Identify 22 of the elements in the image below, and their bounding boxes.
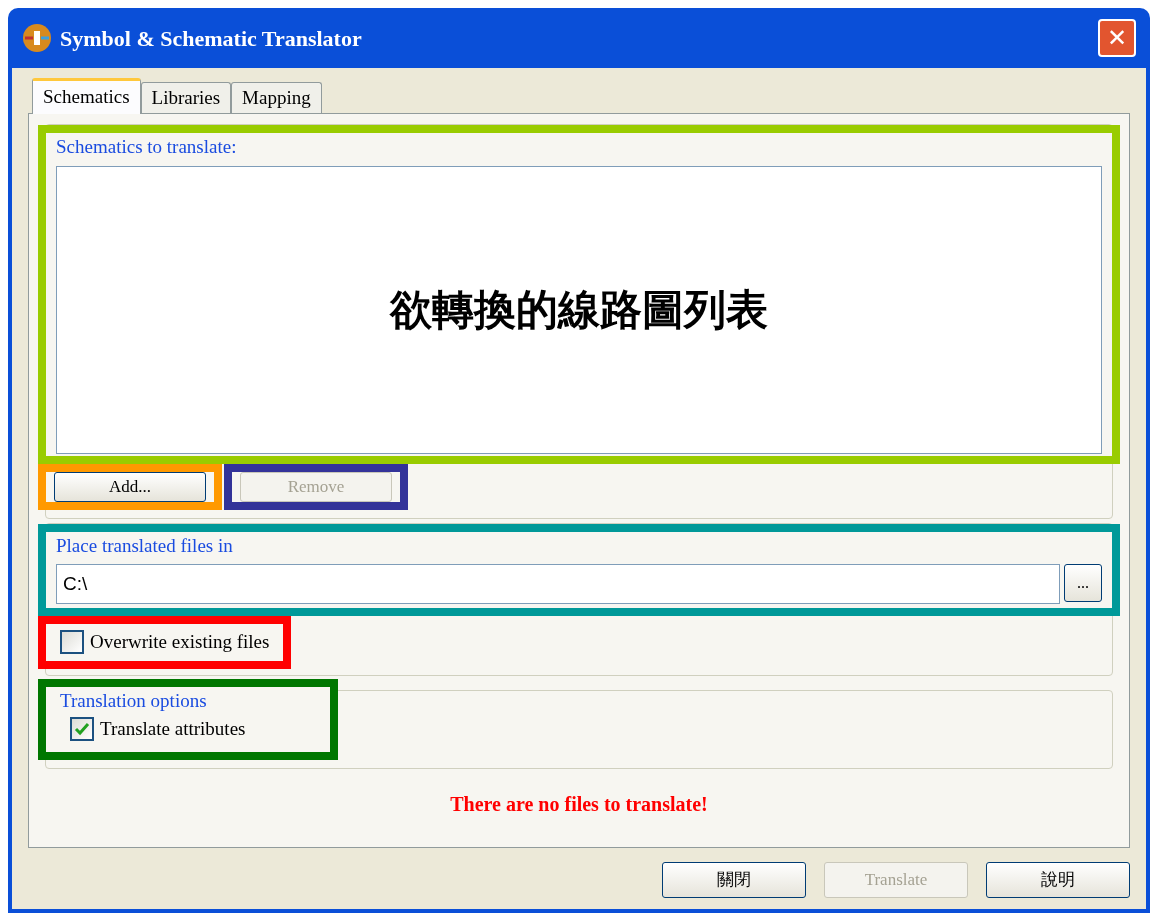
checkbox[interactable] [60, 630, 84, 655]
checkbox[interactable] [70, 717, 94, 742]
checkbox-label[interactable]: Translate attributes [100, 715, 246, 744]
dialog-button[interactable]: Add... [54, 471, 206, 502]
window-title: Symbol & Schematic Translator [60, 24, 363, 53]
group-legend: Schematics to translate: [56, 133, 1102, 162]
close-button[interactable]: ✕ [1098, 19, 1136, 57]
status-message: There are no files to translate! [449, 791, 709, 817]
browse-button[interactable]: ... [1064, 564, 1102, 602]
path-field[interactable]: C:\ [56, 564, 1060, 604]
tab[interactable]: Mapping [231, 82, 322, 113]
checkbox-label[interactable]: Overwrite existing files [90, 628, 270, 657]
checkmark-icon [74, 722, 90, 737]
tab[interactable]: Schematics [32, 78, 141, 114]
group-legend: Translation options [60, 686, 316, 715]
tab[interactable]: Libraries [140, 82, 232, 113]
group-legend: Place translated files in [56, 531, 1102, 560]
app-icon [22, 23, 52, 53]
schematics-list[interactable]: 欲轉換的線路圖列表 [56, 165, 1102, 454]
dialog-button[interactable]: 說明 [986, 862, 1130, 898]
list-caption: 欲轉換的線路圖列表 [390, 284, 768, 336]
dialog-button[interactable]: 關閉 [662, 862, 806, 898]
